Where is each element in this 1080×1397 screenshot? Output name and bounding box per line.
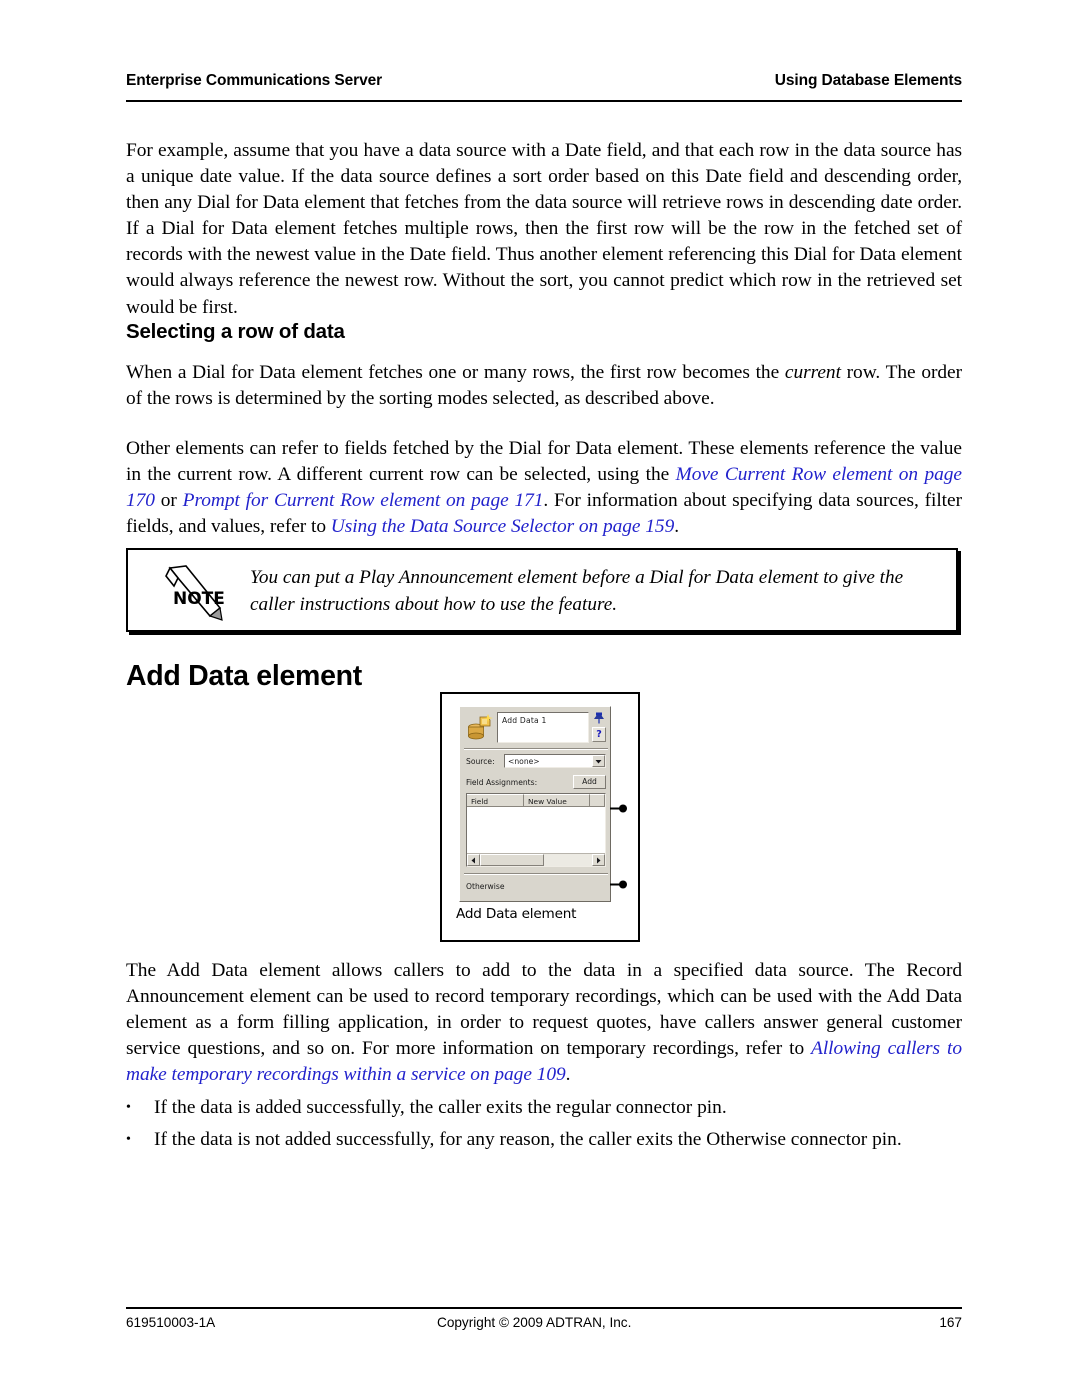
connector-pin-regular[interactable] [610, 800, 628, 813]
scroll-right-icon[interactable] [592, 854, 605, 866]
dialog-title-row: Add Data 1 ? [460, 707, 612, 748]
footer-copyright: Copyright © 2009 ADTRAN, Inc. [437, 1315, 632, 1330]
footer-page-number: 167 [939, 1315, 962, 1330]
add-data-description-paragraph: The Add Data element allows callers to a… [126, 958, 962, 1088]
field-assignments-row: Field Assignments: Add [460, 775, 612, 790]
figure-add-data-element: Add Data 1 ? Source: <none> Field Assign… [440, 692, 640, 942]
element-name-field[interactable]: Add Data 1 [497, 712, 589, 743]
field-assignments-label: Field Assignments: [466, 778, 538, 787]
footer-doc-number: 619510003-1A [126, 1315, 216, 1330]
note-callout-box: NOTE You can put a Play Announcement ele… [126, 548, 958, 632]
intro-paragraph: For example, assume that you have a data… [126, 140, 962, 318]
note-pencil-icon: NOTE [164, 564, 226, 622]
link-using-data-source-selector[interactable]: Using the Data Source Selector on page 1… [331, 516, 675, 537]
note-text: You can put a Play Announcement element … [250, 567, 904, 615]
selecting-paragraph-2: Other elements can refer to fields fetch… [126, 436, 962, 540]
list-item: • If the data is not added successfully,… [126, 1127, 962, 1153]
bullet-icon: • [126, 1132, 131, 1147]
bullet-icon: • [126, 1100, 131, 1115]
database-add-icon [466, 713, 494, 742]
horizontal-scrollbar[interactable] [467, 853, 605, 866]
column-header-field[interactable]: Field [467, 794, 524, 807]
grid-header-row: Field New Value [467, 794, 605, 807]
dialog-divider-1 [464, 748, 608, 750]
source-row: Source: <none> [460, 754, 612, 770]
figure-caption: Add Data element [456, 906, 577, 922]
header-rule [126, 100, 962, 102]
list-item-text: If the data is added successfully, the c… [154, 1097, 727, 1118]
running-header-right: Using Database Elements [774, 72, 962, 89]
scrollbar-thumb[interactable] [480, 854, 544, 866]
source-label: Source: [466, 757, 495, 766]
list-item: • If the data is added successfully, the… [126, 1095, 962, 1121]
heading-add-data-element: Add Data element [126, 660, 362, 692]
chevron-down-icon[interactable] [592, 755, 605, 767]
link-prompt-for-current-row[interactable]: Prompt for Current Row element on page 1… [183, 490, 544, 511]
running-header: Enterprise Communications Server Using D… [126, 72, 962, 90]
connector-pin-bullet-list: • If the data is added successfully, the… [126, 1095, 962, 1159]
help-button[interactable]: ? [592, 727, 606, 742]
field-assignments-grid: Field New Value [466, 793, 606, 867]
dialog-divider-2 [464, 873, 608, 875]
scroll-left-icon[interactable] [467, 854, 480, 866]
selecting-p2-part4: . [674, 516, 680, 538]
column-header-spacer [590, 794, 605, 807]
source-select[interactable]: <none> [504, 754, 606, 768]
selecting-p1-part1: When a Dial for Data element fetches one… [126, 362, 785, 383]
add-button[interactable]: Add [573, 775, 606, 789]
add-data-dialog: Add Data 1 ? Source: <none> Field Assign… [459, 706, 611, 902]
svg-text:NOTE: NOTE [173, 589, 225, 609]
subheading-selecting-a-row-of-data: Selecting a row of data [126, 320, 345, 343]
add-data-para-part2: . [565, 1064, 571, 1086]
list-item-text: If the data is not added successfully, f… [154, 1129, 902, 1150]
document-page: Enterprise Communications Server Using D… [0, 0, 1080, 1397]
otherwise-label: Otherwise [466, 882, 505, 891]
running-header-left: Enterprise Communications Server [126, 72, 383, 89]
pushpin-icon[interactable] [592, 711, 606, 725]
footer-rule [126, 1307, 962, 1309]
connector-pin-otherwise[interactable] [610, 876, 628, 889]
selecting-p2-part2: or [154, 490, 183, 512]
selecting-paragraph-1: When a Dial for Data element fetches one… [126, 360, 962, 412]
selecting-p1-emphasis: current [784, 362, 841, 383]
scrollbar-track[interactable] [544, 854, 592, 866]
column-header-new-value[interactable]: New Value [524, 794, 590, 807]
